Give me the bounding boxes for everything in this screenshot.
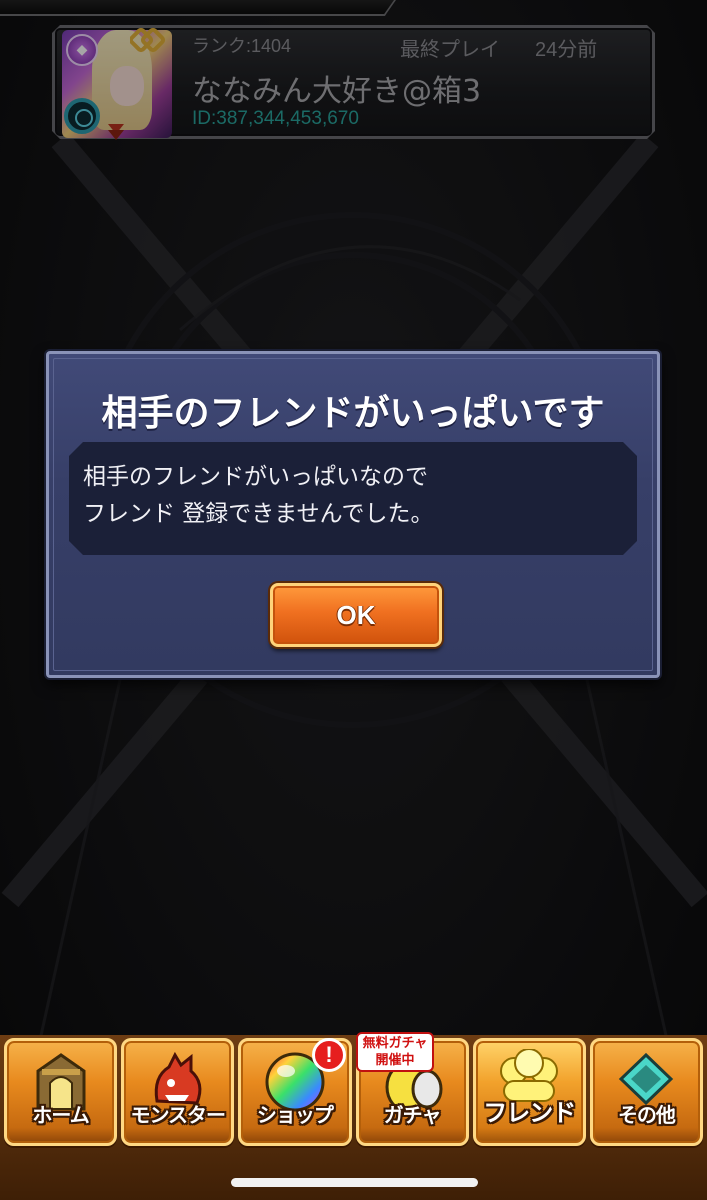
home-indicator[interactable] bbox=[231, 1178, 478, 1187]
nav-label-shop: ショップ bbox=[256, 1103, 334, 1127]
dialog-message: 相手のフレンドがいっぱいなので フレンド 登録できませんでした。 bbox=[69, 442, 637, 555]
ok-button[interactable]: OK bbox=[270, 583, 442, 647]
nav-item-home[interactable]: ホーム bbox=[4, 1038, 118, 1146]
dialog-message-line: フレンド 登録できませんでした。 bbox=[83, 501, 434, 527]
nav-item-other[interactable]: その他 bbox=[589, 1038, 704, 1146]
gacha-badge-line: 開催中 bbox=[375, 1053, 415, 1068]
gacha-badge-line: 無料ガチャ bbox=[362, 1036, 428, 1051]
dialog-title: 相手のフレンドがいっぱいです bbox=[101, 393, 605, 434]
nav-label-home: ホーム bbox=[32, 1103, 89, 1127]
nav-item-monster[interactable]: モンスター bbox=[121, 1038, 235, 1146]
nav-label-friend: フレンド bbox=[483, 1099, 576, 1127]
nav-label-gacha: ガチャ bbox=[383, 1103, 442, 1127]
bottom-nav: ホーム モンスター ショップ ガチャ フレンド その他 bbox=[0, 1038, 707, 1148]
nav-label-monster: モンスター bbox=[130, 1103, 226, 1127]
friend-full-dialog: 相手のフレンドがいっぱいです 相手のフレンドがいっぱいなので フレンド 登録でき… bbox=[46, 351, 660, 678]
nav-item-friend[interactable]: フレンド bbox=[472, 1038, 586, 1146]
gacha-free-badge: 無料ガチャ 開催中 bbox=[356, 1032, 434, 1072]
dialog-message-line: 相手のフレンドがいっぱいなので bbox=[83, 464, 428, 490]
nav-label-other: その他 bbox=[617, 1103, 676, 1127]
shop-alert-badge: ! bbox=[312, 1038, 346, 1072]
